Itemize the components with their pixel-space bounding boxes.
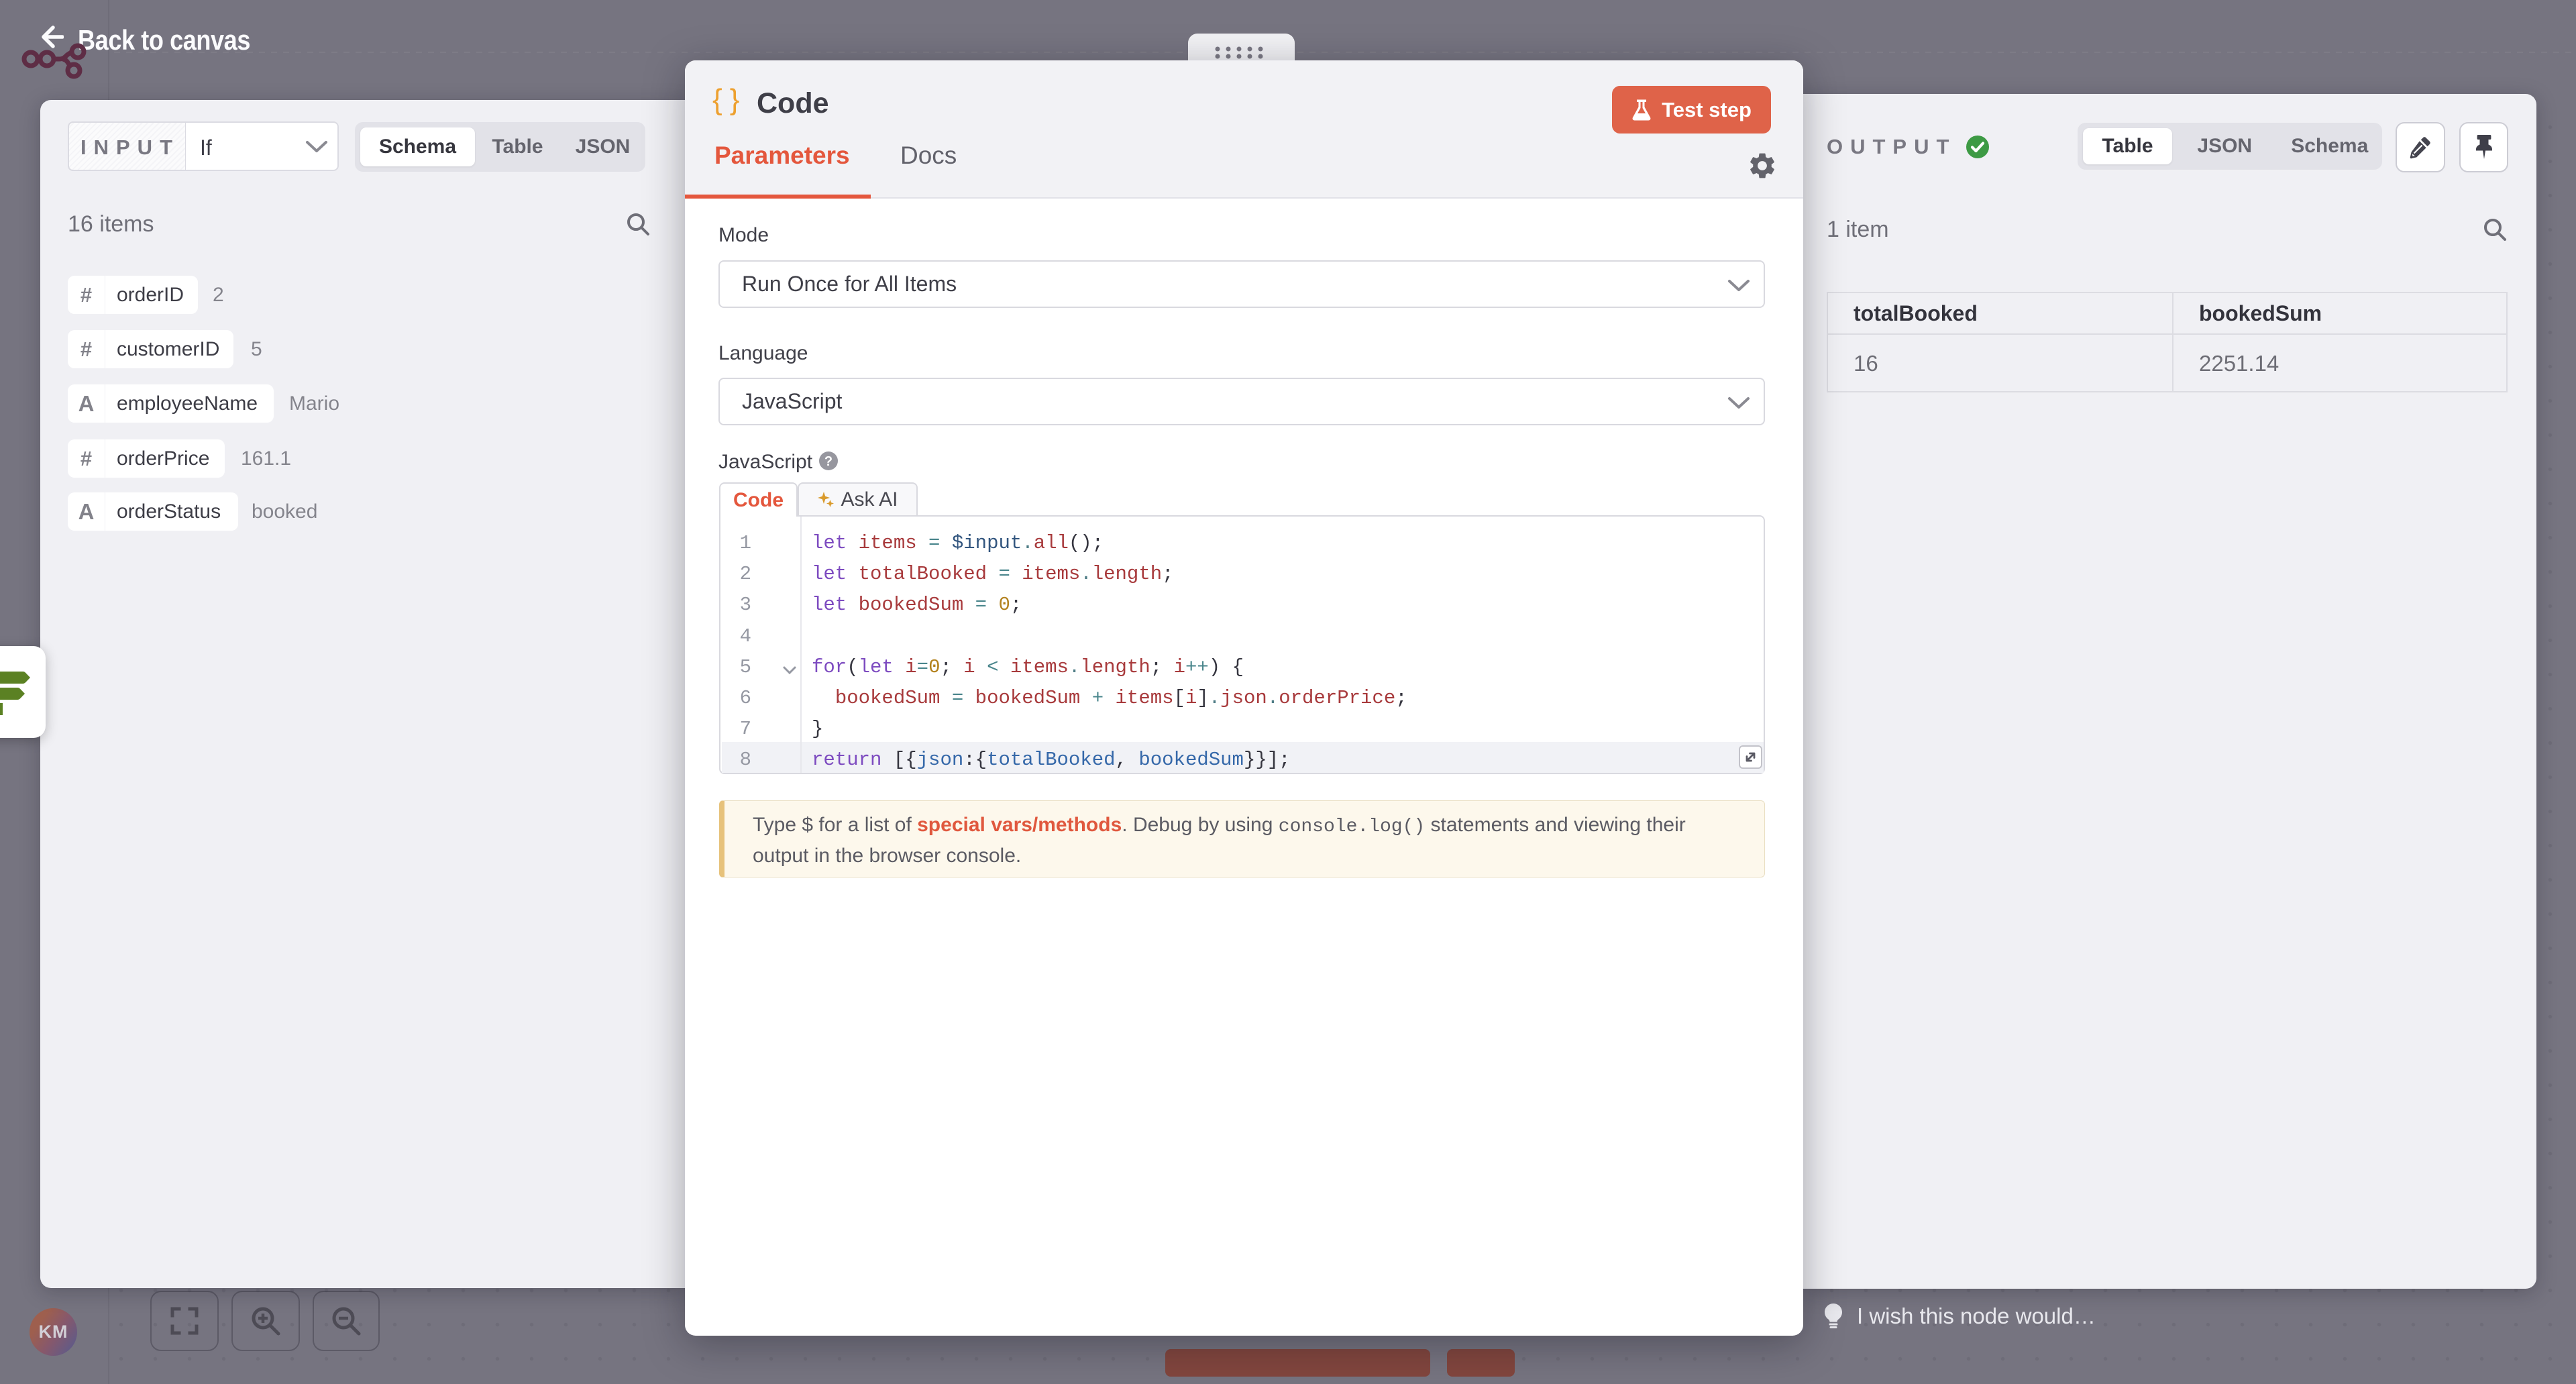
svg-text:?: ? bbox=[824, 454, 833, 469]
